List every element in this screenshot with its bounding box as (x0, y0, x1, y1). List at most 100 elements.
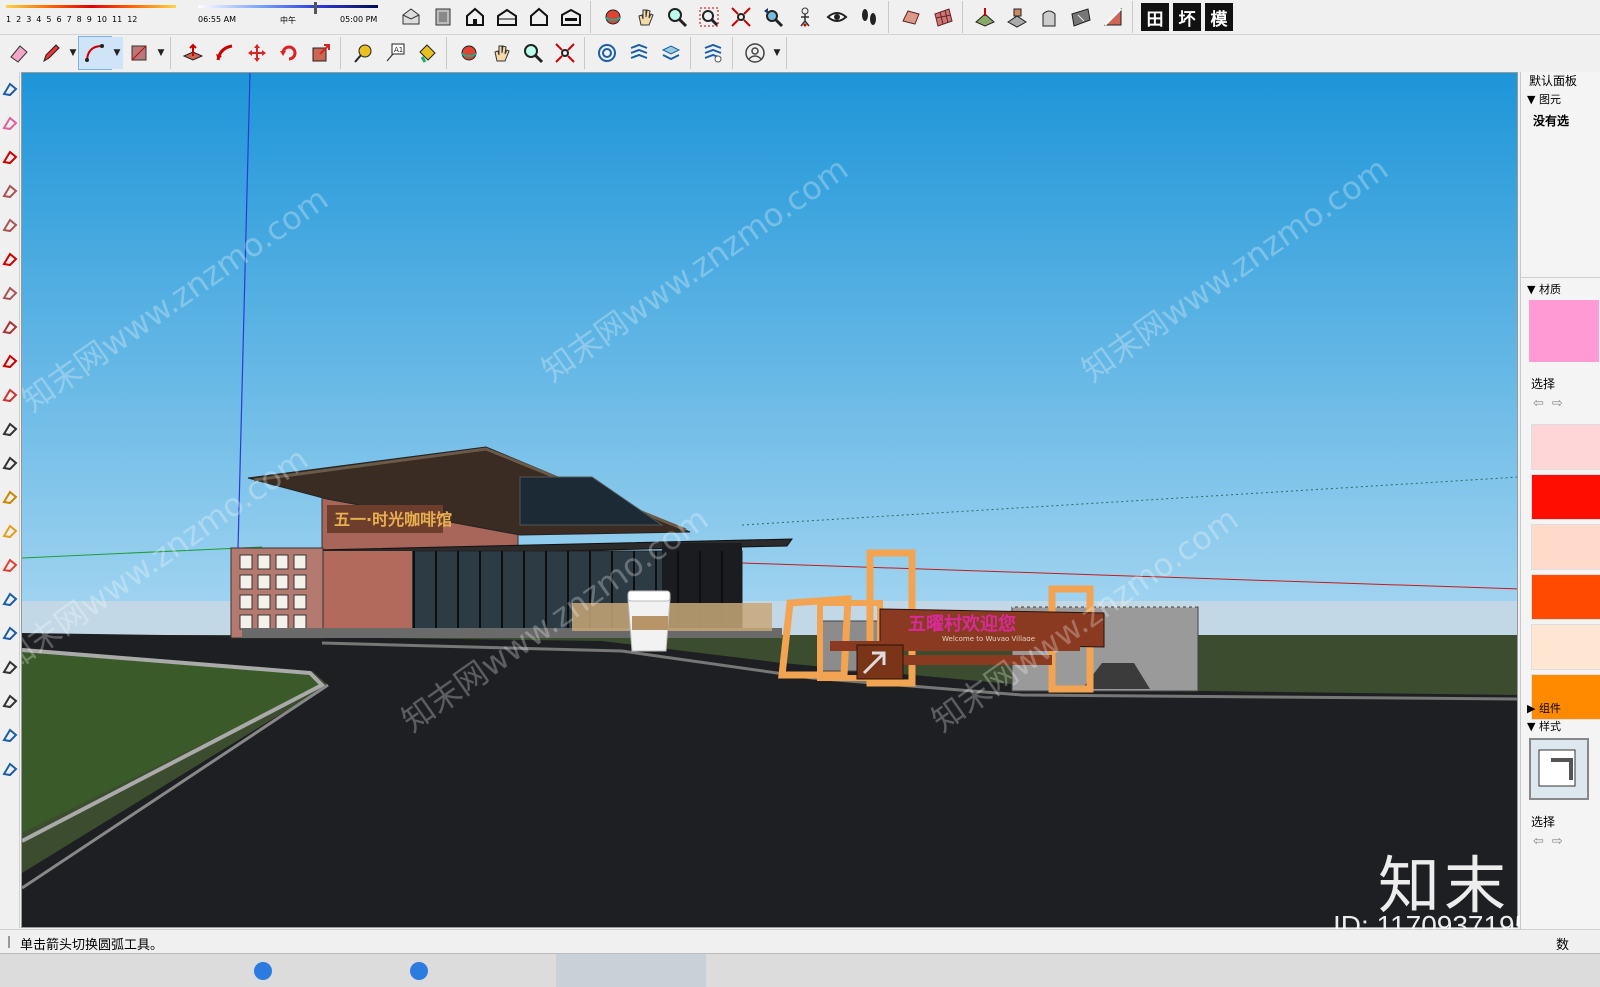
orbit-icon[interactable] (597, 1, 629, 33)
pie-icon[interactable] (0, 276, 20, 310)
material-swatch[interactable] (1531, 424, 1600, 470)
tape-measure-icon[interactable] (0, 412, 20, 446)
plugin-button-huai[interactable]: 坏 (1173, 3, 1201, 31)
paint-bucket-icon[interactable] (411, 37, 443, 69)
style-thumbnail[interactable] (1529, 738, 1589, 800)
tape-measure-icon[interactable] (347, 37, 379, 69)
styles-select-tab[interactable]: 选择 (1531, 813, 1555, 830)
eraser-icon[interactable] (3, 37, 35, 69)
top-view-icon[interactable] (427, 1, 459, 33)
pan-icon-2[interactable] (485, 37, 517, 69)
push-pull-icon[interactable] (177, 37, 209, 69)
zoom-extents-icon-2[interactable] (549, 37, 581, 69)
materials-header[interactable]: ▼ 材质 (1527, 281, 1561, 297)
rectangle-dropdown-icon[interactable]: ▼ (155, 37, 167, 69)
select-icon[interactable] (0, 72, 20, 106)
taskbar-app-icon-2[interactable] (410, 962, 428, 980)
material-preview-swatch[interactable] (1529, 300, 1599, 362)
section-icon[interactable] (0, 718, 20, 752)
styles-nav-arrows-icon[interactable]: ⇦⇨ (1533, 834, 1571, 849)
rectangle-icon[interactable] (0, 174, 20, 208)
zoom-icon[interactable] (661, 1, 693, 33)
material-swatch[interactable] (1531, 524, 1600, 570)
shadow-settings-widget[interactable]: 1 2 3 4 5 6 7 8 9 10 11 12 06:55 AM 中午 05:00 PM (2, 1, 392, 33)
smoove-icon[interactable] (969, 1, 1001, 33)
materials-select-tab[interactable]: 选择 (1531, 375, 1555, 392)
layout-icon[interactable] (655, 37, 687, 69)
previous-view-icon[interactable] (757, 1, 789, 33)
material-swatch[interactable] (1531, 474, 1600, 520)
3d-scene[interactable]: 五一·时光咖啡馆 五曜村欢迎您 Welcome to Wuyao Village… (22, 73, 1518, 928)
3d-warehouse-icon[interactable] (591, 37, 623, 69)
drape-icon[interactable] (1033, 1, 1065, 33)
move-icon[interactable] (241, 37, 273, 69)
right-view-icon[interactable] (491, 1, 523, 33)
position-camera-icon[interactable] (789, 1, 821, 33)
look-around-icon[interactable] (821, 1, 853, 33)
eraser-icon[interactable] (0, 106, 20, 140)
arc-icon[interactable] (78, 36, 112, 70)
push-pull-icon[interactable] (0, 310, 20, 344)
status-bar: 单击箭头切换圆弧工具。 数 (0, 929, 1600, 953)
user-account-icon[interactable] (739, 37, 771, 69)
orbit-icon[interactable] (0, 548, 20, 582)
tray-title: 默认面板 (1529, 74, 1578, 88)
entity-info-header[interactable]: ▼ 图元 (1527, 91, 1561, 107)
extension-warehouse-icon[interactable] (623, 37, 655, 69)
scale-icon[interactable] (305, 37, 337, 69)
zoom-window-icon[interactable] (693, 1, 725, 33)
taskbar-app-icon-1[interactable] (254, 962, 272, 980)
material-nav-arrows-icon[interactable]: ⇦⇨ (1533, 396, 1571, 411)
time-slider-track[interactable] (198, 5, 378, 8)
left-view-icon[interactable] (555, 1, 587, 33)
zoom-extents-icon[interactable] (725, 1, 757, 33)
wall-tile (275, 554, 289, 570)
plugin-toolbar: 田 坏 模 (1136, 1, 1238, 33)
styles-header[interactable]: ▼ 样式 (1527, 718, 1561, 734)
sandbox-toolbar (892, 1, 963, 33)
paint-icon[interactable] (0, 514, 20, 548)
extension-manager-icon[interactable] (697, 37, 729, 69)
time-slider-thumb[interactable] (314, 2, 317, 14)
arc-dropdown-icon[interactable]: ▼ (111, 37, 123, 69)
account-dropdown-icon[interactable]: ▼ (771, 37, 783, 69)
from-scratch-icon[interactable] (927, 1, 959, 33)
rotate-icon[interactable] (273, 37, 305, 69)
offset-icon[interactable] (0, 378, 20, 412)
material-swatch[interactable] (1531, 574, 1600, 620)
circle-icon[interactable] (0, 208, 20, 242)
walk-icon[interactable] (0, 684, 20, 718)
rectangle-icon[interactable] (123, 37, 155, 69)
extension-icon[interactable] (0, 752, 20, 786)
follow-me-icon[interactable] (0, 344, 20, 378)
walk-icon[interactable] (853, 1, 885, 33)
material-swatch[interactable] (1531, 624, 1600, 670)
pencil-dropdown-icon[interactable]: ▼ (67, 37, 79, 69)
zoom-icon[interactable] (0, 582, 20, 616)
zoom-window-icon[interactable] (0, 616, 20, 650)
pan-icon[interactable] (629, 1, 661, 33)
plugin-button-mo[interactable]: 模 (1205, 3, 1233, 31)
text-icon[interactable]: A1 (379, 37, 411, 69)
text-icon[interactable] (0, 446, 20, 480)
front-view-icon[interactable] (459, 1, 491, 33)
components-header[interactable]: ▶ 组件 (1527, 700, 1561, 716)
flip-edge-icon[interactable] (1097, 1, 1129, 33)
look-around-icon[interactable] (0, 650, 20, 684)
zoom-icon-2[interactable] (517, 37, 549, 69)
month-slider-track[interactable] (6, 5, 176, 8)
axes-icon[interactable] (0, 480, 20, 514)
iso-view-icon[interactable] (395, 1, 427, 33)
model-viewport[interactable]: 五一·时光咖啡馆 五曜村欢迎您 Welcome to Wuyao Village… (21, 72, 1518, 928)
back-view-icon[interactable] (523, 1, 555, 33)
follow-me-icon[interactable] (209, 37, 241, 69)
freehand-icon[interactable] (0, 140, 20, 174)
add-detail-icon[interactable] (1065, 1, 1097, 33)
arc-icon[interactable] (0, 242, 20, 276)
stamp-icon[interactable] (1001, 1, 1033, 33)
plugin-button-grid[interactable]: 田 (1141, 3, 1169, 31)
from-contours-icon[interactable] (895, 1, 927, 33)
taskbar-active-item[interactable] (556, 954, 706, 987)
orbit-icon-2[interactable] (453, 37, 485, 69)
pencil-icon[interactable] (35, 37, 67, 69)
